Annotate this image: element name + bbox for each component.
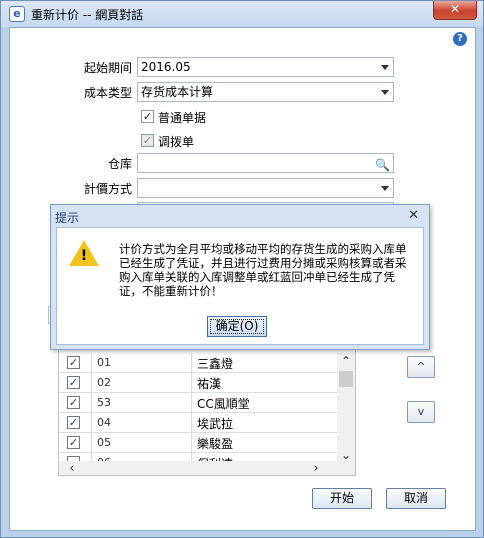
row-checkbox[interactable]: ✓ bbox=[67, 396, 80, 409]
search-icon[interactable]: 🔍 bbox=[375, 156, 390, 174]
row-name: 埃武拉 bbox=[197, 417, 234, 431]
table-row[interactable]: ✓ 01 三鑫燈 bbox=[59, 353, 337, 373]
row-name: 祐漢 bbox=[197, 377, 222, 391]
row-checkbox[interactable]: ✓ bbox=[67, 436, 80, 449]
start-period-value: 2016.05 bbox=[141, 60, 191, 74]
transfer-doc-checkbox[interactable]: ✓ bbox=[141, 134, 154, 147]
window-title: 重新计价 -- 網頁對話 bbox=[31, 8, 144, 22]
cost-type-label: 成本类型 bbox=[83, 86, 132, 100]
close-icon[interactable]: ✕ bbox=[408, 208, 419, 223]
title-bar[interactable]: e 重新计价 -- 網頁對話 ✕ bbox=[1, 1, 483, 27]
scrollbar-thumb[interactable] bbox=[339, 371, 353, 387]
column-divider bbox=[91, 373, 92, 393]
cancel-button[interactable]: 取消 bbox=[386, 488, 446, 509]
chevron-down-icon bbox=[381, 90, 389, 95]
table-row[interactable]: ✓ 02 祐漢 bbox=[59, 373, 337, 393]
cost-type-value: 存货成本计算 bbox=[141, 85, 214, 99]
table-row[interactable]: ✓ 04 埃武拉 bbox=[59, 413, 337, 433]
ok-button[interactable]: 确定(O) bbox=[207, 316, 267, 337]
window-close-button[interactable]: ✕ bbox=[433, 1, 477, 20]
warning-icon-mark: ! bbox=[80, 248, 88, 264]
row-code: 05 bbox=[97, 436, 111, 449]
chevron-left-icon[interactable]: ‹ bbox=[63, 461, 81, 475]
column-divider bbox=[91, 413, 92, 433]
start-period-label: 起始期间 bbox=[83, 61, 132, 75]
horizontal-scrollbar[interactable]: ‹ › bbox=[59, 461, 355, 475]
dialog-message: 计价方式为全月平均或移动平均的存货生成的采购入库单已经生成了凭证，并且进行过费用… bbox=[119, 242, 407, 298]
start-period-select[interactable]: 2016.05 bbox=[137, 57, 394, 77]
normal-doc-checkbox[interactable]: ✓ bbox=[141, 110, 154, 123]
dialog-title: 提示 bbox=[55, 211, 80, 225]
column-divider bbox=[191, 393, 192, 413]
row-checkbox[interactable]: ✓ bbox=[67, 416, 80, 429]
chevron-up-icon[interactable]: ⌃ bbox=[337, 353, 355, 369]
row-name: CC風順堂 bbox=[197, 397, 250, 411]
column-divider bbox=[91, 353, 92, 373]
column-divider bbox=[191, 413, 192, 433]
row-name: 樂駿盈 bbox=[197, 437, 234, 451]
cost-type-select[interactable]: 存货成本计算 bbox=[137, 82, 394, 102]
row-code: 02 bbox=[97, 376, 111, 389]
column-divider bbox=[91, 433, 92, 453]
chevron-up-icon: ^ bbox=[416, 360, 426, 373]
row-checkbox[interactable]: ✓ bbox=[67, 356, 80, 369]
column-divider bbox=[191, 353, 192, 373]
move-up-button[interactable]: ^ bbox=[407, 356, 435, 378]
chevron-down-icon bbox=[381, 65, 389, 70]
pricing-method-label: 計價方式 bbox=[83, 182, 132, 196]
row-checkbox[interactable]: ✓ bbox=[67, 376, 80, 389]
dialog-body: ! 计价方式为全月平均或移动平均的存货生成的采购入库单已经生成了凭证，并且进行过… bbox=[56, 227, 424, 345]
message-dialog: 提示 ✕ ! 计价方式为全月平均或移动平均的存货生成的采购入库单已经生成了凭证，… bbox=[50, 204, 430, 350]
row-code: 01 bbox=[97, 356, 111, 369]
row-code: 53 bbox=[97, 396, 111, 409]
chevron-down-icon bbox=[381, 186, 389, 191]
transfer-doc-label: 调拨单 bbox=[158, 135, 195, 149]
column-divider bbox=[191, 433, 192, 453]
table-row[interactable]: ✓ 53 CC風順堂 bbox=[59, 393, 337, 413]
ie-icon: e bbox=[9, 6, 25, 22]
help-icon[interactable]: ? bbox=[453, 32, 467, 46]
warehouse-input[interactable]: 🔍 bbox=[137, 153, 394, 173]
normal-doc-label: 普通单据 bbox=[158, 111, 207, 125]
column-divider bbox=[91, 393, 92, 413]
warehouse-label: 仓库 bbox=[107, 157, 132, 171]
column-divider bbox=[191, 373, 192, 393]
chevron-down-icon: v bbox=[417, 405, 425, 418]
chevron-right-icon[interactable]: › bbox=[307, 461, 325, 475]
pricing-method-select[interactable] bbox=[137, 178, 394, 198]
row-code: 04 bbox=[97, 416, 111, 429]
move-down-button[interactable]: v bbox=[407, 401, 435, 423]
start-button[interactable]: 开始 bbox=[312, 488, 372, 509]
row-name: 三鑫燈 bbox=[197, 357, 234, 371]
table-row[interactable]: ✓ 05 樂駿盈 bbox=[59, 433, 337, 453]
vertical-scrollbar[interactable]: ⌃ ⌄ bbox=[337, 353, 355, 463]
